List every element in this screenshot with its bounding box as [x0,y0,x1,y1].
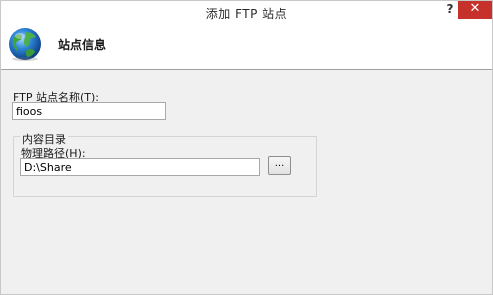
physical-path-input[interactable] [20,158,260,176]
globe-icon [9,28,41,61]
dialog-title: 添加 FTP 站点 [205,7,288,21]
wizard-header: 站点信息 [1,23,492,69]
browse-button[interactable]: ... [268,156,291,175]
title-bar: 添加 FTP 站点 ? ✕ [1,1,492,23]
header-title: 站点信息 [58,38,107,52]
content-area: FTP 站点名称(T): 内容目录 物理路径(H): ... [1,70,492,294]
add-ftp-site-dialog: 添加 FTP 站点 ? ✕ 站点信息 FTP 站点名称(T): fioos 内容… [0,0,493,295]
site-name-input[interactable] [12,102,166,120]
help-button[interactable]: ? [443,1,457,19]
close-button[interactable]: ✕ [458,1,492,19]
